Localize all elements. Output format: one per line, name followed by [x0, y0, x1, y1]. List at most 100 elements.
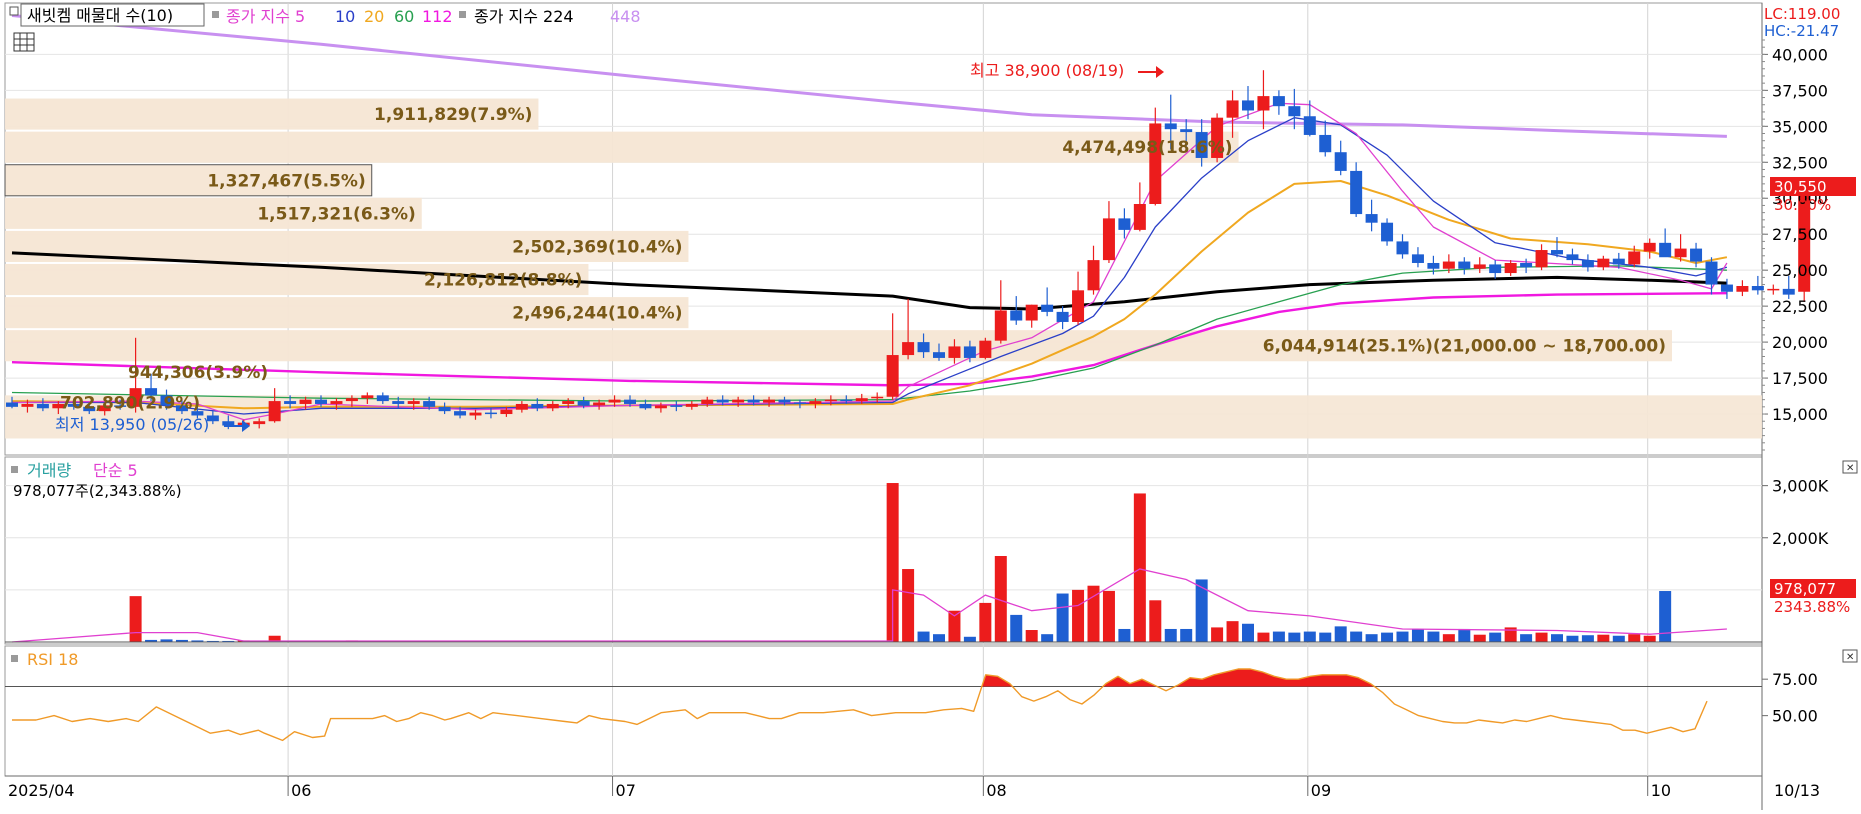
candle-body — [670, 405, 683, 407]
volume-bar — [1442, 634, 1455, 642]
stock-name-label: 새빗켐 매물대 수(10) — [27, 6, 173, 25]
series-toggle-icon[interactable] — [9, 6, 19, 16]
volume-bar — [1458, 628, 1471, 642]
candle-body — [1102, 218, 1115, 261]
min-price-label: 최저 13,950 (05/26) — [55, 415, 209, 434]
volume-profile-label: 1,327,467(5.5%) — [207, 171, 365, 191]
date-tick-label: 07 — [616, 781, 636, 800]
volume-info: 978,077주(2,343.88%) — [13, 482, 182, 500]
date-tick-label: 10 — [1651, 781, 1671, 800]
volume-panel-title[interactable]: 거래량 — [27, 461, 71, 480]
price-badge-text: 30,550 — [1774, 178, 1827, 196]
volume-bar — [1520, 634, 1533, 642]
volume-pct-text: 2343.88% — [1774, 598, 1850, 616]
ma-toggle-icon[interactable] — [212, 11, 219, 18]
candle-body — [1643, 242, 1656, 252]
volume-profile-label: 1,517,321(6.3%) — [257, 204, 415, 224]
candle-body — [1612, 258, 1625, 265]
ma-long-label[interactable]: 종가 지수 224 — [474, 7, 574, 26]
candle-body — [1133, 204, 1146, 230]
candle-body — [1180, 129, 1193, 133]
candle-body — [840, 399, 853, 402]
candle-body — [1164, 123, 1177, 130]
volume-tick-label: 3,000K — [1772, 477, 1829, 496]
candle-body — [979, 340, 992, 358]
ma-short-label[interactable]: 종가 지수 5 — [226, 7, 305, 26]
candle-body — [1118, 218, 1131, 230]
rsi-title[interactable]: RSI 18 — [27, 650, 78, 669]
candle-body — [1782, 288, 1795, 295]
volume-toggle-icon[interactable] — [11, 466, 18, 473]
candle-body — [392, 401, 405, 404]
price-tick-label: 32,500 — [1772, 153, 1828, 172]
table-icon[interactable] — [13, 32, 35, 52]
volume-bar — [1396, 631, 1409, 642]
price-tick-label: 15,000 — [1772, 405, 1828, 424]
candle-body — [1659, 242, 1672, 258]
date-tick-label: 10/13 — [1774, 781, 1820, 800]
candle-body — [1705, 261, 1718, 285]
price-tick-label: 27,500 — [1772, 225, 1828, 244]
rsi-toggle-icon[interactable] — [11, 655, 18, 662]
candle-body — [1272, 96, 1285, 107]
candle-body — [1720, 284, 1733, 292]
price-tick-label: 17,500 — [1772, 369, 1828, 388]
candle-body — [330, 401, 343, 404]
price-tick-label: 35,000 — [1772, 117, 1828, 136]
candle-body — [855, 398, 868, 402]
candle-body — [1334, 152, 1347, 171]
ma-long-toggle-icon[interactable] — [459, 11, 466, 18]
volume-bar — [963, 636, 976, 642]
candle-body — [1087, 260, 1100, 291]
volume-bar — [1133, 493, 1146, 642]
volume-bar — [1242, 623, 1254, 642]
candle-body — [1041, 304, 1054, 312]
ma-long-extra[interactable]: 448 — [610, 7, 641, 26]
volume-bar — [1334, 626, 1347, 642]
volume-bar — [1659, 591, 1672, 642]
candle-body — [500, 409, 513, 415]
candle-body — [809, 401, 822, 404]
candle-body — [1365, 214, 1378, 223]
candle-body — [21, 403, 34, 407]
candle-body — [1319, 134, 1332, 153]
candle-body — [701, 399, 714, 404]
volume-bar — [1535, 632, 1548, 642]
candle-body — [732, 399, 745, 403]
candle-body — [1411, 254, 1424, 263]
volume-profile-label: 2,126,812(8.8%) — [424, 271, 582, 291]
svg-text:✕: ✕ — [1846, 652, 1854, 663]
volume-profile-label: 4,474,498(18.6%) — [1062, 138, 1232, 158]
date-tick-label: 09 — [1311, 781, 1331, 800]
volume-bar — [1365, 634, 1378, 642]
candle-body — [886, 355, 899, 397]
candle-body — [1303, 116, 1316, 135]
volume-bar — [1597, 634, 1610, 642]
ma-period-60[interactable]: 60 — [394, 7, 414, 26]
candle-body — [871, 396, 884, 399]
ma-period-10[interactable]: 10 — [335, 7, 355, 26]
candle-body — [1751, 286, 1764, 291]
candle-body — [454, 411, 467, 416]
volume-bar — [1056, 593, 1069, 642]
ma-period-112[interactable]: 112 — [422, 7, 453, 26]
candle-body — [1242, 100, 1254, 111]
candle-body — [1350, 170, 1363, 215]
volume-ma-label[interactable]: 단순 5 — [93, 461, 138, 480]
volume-panel-frame — [4, 456, 1763, 645]
volume-bar — [129, 596, 142, 642]
candle-body — [1535, 250, 1548, 268]
candle-body — [685, 403, 698, 407]
candle-body — [284, 401, 297, 404]
ma-period-20[interactable]: 20 — [364, 7, 384, 26]
candle-body — [994, 310, 1007, 341]
candle-body — [824, 399, 837, 402]
candle-body — [593, 402, 606, 406]
volume-bar — [1427, 631, 1440, 642]
candle-body — [902, 342, 915, 356]
candle-body — [1674, 248, 1687, 258]
candle-body — [531, 403, 544, 409]
candle-body — [36, 403, 49, 409]
candle-body — [1767, 288, 1780, 291]
volume-bar — [1211, 627, 1224, 642]
